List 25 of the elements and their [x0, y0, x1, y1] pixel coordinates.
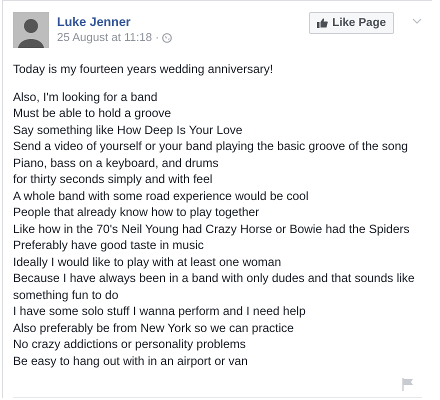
avatar[interactable]	[13, 12, 49, 48]
post-text: Piano, bass on a keyboard, and drums	[13, 154, 220, 171]
post-text: Also preferably be from New York so we can practice	[13, 320, 295, 336]
post-text: for thirty seconds simply and with feel	[13, 171, 214, 188]
post-text: Be easy to hang out with in an airport or van	[13, 352, 249, 369]
post-text: No crazy addictions or personality problems	[13, 336, 247, 352]
post-text: Must be able to hold a groove	[13, 105, 172, 122]
thumbs-up-icon	[317, 18, 328, 28]
post-text: Today is my fourteen years wedding anniversary!	[13, 61, 274, 78]
post-text: Also, I'm looking for a band	[13, 88, 158, 105]
post-timestamp: 25 August at 11:18 ·	[57, 32, 160, 44]
post-text: Ideally I would like to play with at least one woman	[13, 254, 282, 270]
post-text: Because I have always been in a band with only dudes and that sounds like something fun to do	[13, 270, 416, 303]
post-text: I have some solo stuff I wanna perform and I need help	[13, 303, 307, 320]
post-text: Say something like How Deep Is Your Love	[13, 122, 244, 138]
post-text: Preferably have good taste in music	[13, 237, 205, 254]
chevron-down-icon[interactable]	[412, 18, 422, 24]
post-text: People that already know how to play together	[13, 204, 260, 220]
author-name[interactable]: Luke Jenner	[57, 15, 302, 29]
flag-icon[interactable]	[402, 378, 414, 391]
post-text: Send a video of yourself or your band playing the basic groove of the song	[13, 138, 409, 154]
globe-icon	[162, 33, 172, 43]
post-text: Like how in the 70's Neil Young had Crazy Horse or Bowie had the Spiders	[13, 220, 411, 237]
like-page-button[interactable]: Like Page	[309, 12, 394, 34]
post-text: A whole band with some road experience would be cool	[13, 188, 310, 204]
